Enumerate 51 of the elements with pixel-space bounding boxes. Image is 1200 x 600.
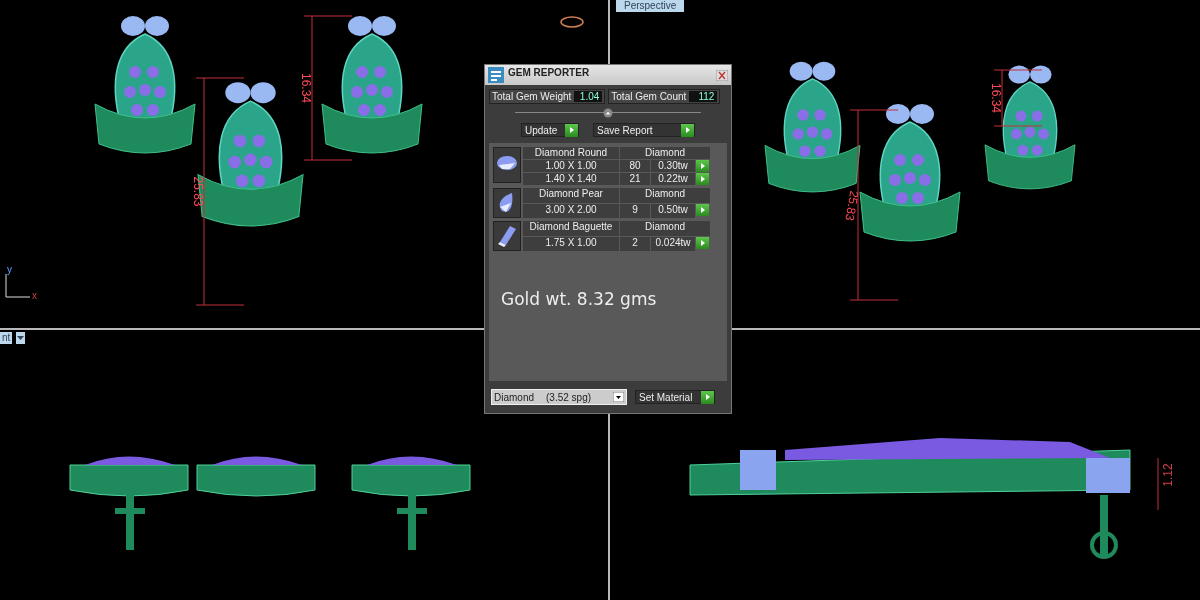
dimension-label: 25.83 bbox=[842, 189, 862, 222]
gem-name: Diamond Round bbox=[523, 147, 619, 159]
viewport-tab[interactable]: Perspective bbox=[616, 0, 685, 12]
total-value: 112 bbox=[689, 91, 718, 102]
round-gem-icon bbox=[493, 147, 521, 183]
gem-size: 1.75 X 1.00 bbox=[523, 236, 619, 251]
select-gems-button[interactable] bbox=[696, 203, 709, 216]
total-label: Total Gem Weight bbox=[492, 91, 572, 102]
axis-indicator-icon bbox=[5, 273, 31, 298]
axis-label: x bbox=[32, 290, 37, 301]
gem-name: Diamond Pear bbox=[523, 188, 619, 203]
dimension-label: 25.83 bbox=[191, 176, 205, 207]
gem-weight: 0.22tw bbox=[651, 173, 695, 185]
gem-count: 21 bbox=[620, 173, 650, 185]
gem-name: Diamond Baguette bbox=[523, 221, 619, 236]
gem-size: 1.00 X 1.00 bbox=[523, 160, 619, 172]
select-gems-button[interactable] bbox=[696, 236, 709, 249]
total-label: Total Gem Count bbox=[611, 91, 687, 102]
toolbar-button[interactable]: Update bbox=[521, 123, 579, 137]
gem-material: Diamond bbox=[620, 188, 710, 203]
window-title: GEM REPORTER bbox=[508, 66, 591, 78]
material-dropdown[interactable]: Diamond (3.52 spg) bbox=[491, 389, 627, 405]
gem-material: Diamond bbox=[620, 147, 710, 159]
close-icon[interactable] bbox=[716, 69, 728, 81]
gem-material: Diamond bbox=[620, 221, 710, 236]
app-icon bbox=[488, 67, 504, 83]
toolbar-button[interactable]: Save Report bbox=[593, 123, 695, 137]
weight-note: Gold wt. 8.32 gms bbox=[501, 289, 658, 309]
viewport-tab[interactable]: nt bbox=[0, 332, 13, 344]
dimension-label: 1.12 bbox=[1161, 463, 1175, 487]
dropdown-arrow-icon bbox=[613, 392, 624, 402]
dimension-line bbox=[1157, 457, 1159, 511]
gem-weight: 0.30tw bbox=[651, 160, 695, 172]
gem-size: 3.00 X 2.00 bbox=[523, 203, 619, 218]
gem-count: 80 bbox=[620, 160, 650, 172]
total-value: 1.04 bbox=[574, 91, 603, 102]
pear-gem-icon bbox=[493, 188, 521, 218]
gem-count: 2 bbox=[620, 236, 650, 251]
dimension-label: 16.34 bbox=[299, 73, 313, 103]
gem-weight: 0.50tw bbox=[651, 203, 695, 218]
dimension-label: 16.34 bbox=[989, 83, 1003, 113]
baguette-gem-icon bbox=[493, 221, 521, 251]
dimension-line bbox=[993, 69, 1043, 127]
collapse-icon[interactable] bbox=[603, 108, 613, 118]
gem-weight: 0.024tw bbox=[651, 236, 695, 251]
select-gems-button[interactable] bbox=[696, 173, 709, 185]
gem-size: 1.40 X 1.40 bbox=[523, 173, 619, 185]
gem-count: 9 bbox=[620, 203, 650, 218]
axis-label: y bbox=[7, 264, 12, 275]
select-gems-button[interactable] bbox=[696, 160, 709, 172]
set-material-button[interactable]: Set Material bbox=[635, 390, 715, 404]
